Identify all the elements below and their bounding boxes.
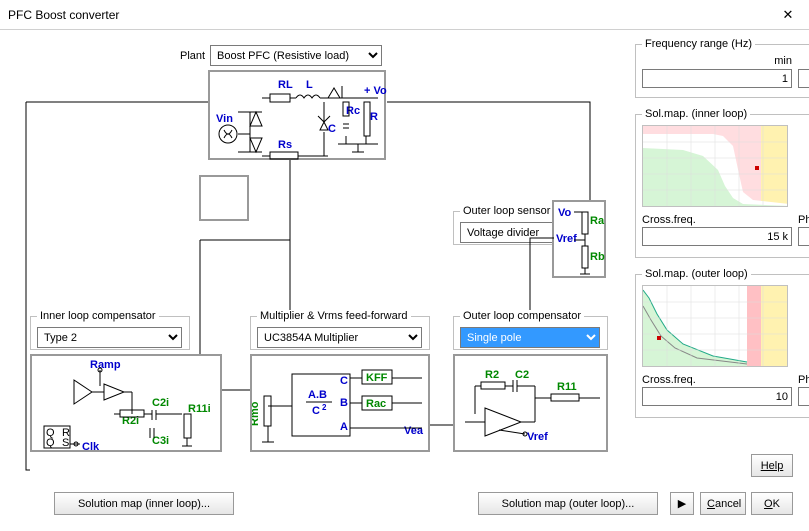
sol-outer-map[interactable]: [642, 285, 788, 367]
svg-text:Vo: Vo: [558, 207, 572, 219]
svg-text:Rac: Rac: [366, 398, 386, 410]
next-button[interactable]: ▶: [670, 492, 694, 515]
freq-range-group: Frequency range (Hz) min max: [635, 38, 809, 98]
svg-text:S: S: [62, 437, 69, 449]
svg-text:Clk: Clk: [82, 441, 100, 453]
svg-text:RL: RL: [278, 79, 293, 91]
svg-text:Vin: Vin: [216, 113, 233, 125]
sol-inner-phase-input[interactable]: [798, 227, 809, 246]
inner-comp-select[interactable]: Type 2: [37, 327, 182, 348]
svg-text:C3i: C3i: [152, 435, 169, 447]
svg-text:Q: Q: [46, 437, 55, 449]
svg-text:Rb: Rb: [590, 251, 605, 263]
plant-select[interactable]: Boost PFC (Resistive load): [210, 45, 382, 66]
svg-text:C: C: [328, 123, 336, 135]
svg-text:2: 2: [322, 403, 327, 412]
svg-text:R2: R2: [485, 369, 499, 381]
svg-text:Vref: Vref: [527, 431, 548, 443]
outer-comp-label: Outer loop compensator: [460, 310, 584, 322]
close-icon[interactable]: ✕: [767, 0, 809, 30]
sol-outer-cross-input[interactable]: [642, 387, 792, 406]
svg-text:B: B: [340, 397, 348, 409]
sol-outer-phase-input[interactable]: [798, 387, 809, 406]
sol-outer-label: Sol.map. (outer loop): [642, 268, 751, 280]
phase-marg-label: Phase marg.: [798, 374, 809, 386]
sol-inner-label: Sol.map. (inner loop): [642, 108, 750, 120]
sol-inner-map[interactable]: [642, 125, 788, 207]
ok-button[interactable]: OK: [751, 492, 793, 515]
sol-inner-group: Sol.map. (inner loop) Cross.freq. Phase …: [635, 108, 809, 258]
inner-comp-group: Inner loop compensator Type 2: [30, 310, 190, 350]
outer-comp-select[interactable]: Single pole: [460, 327, 600, 348]
svg-text:A: A: [340, 421, 348, 433]
min-label: min: [642, 55, 792, 67]
svg-text:C2: C2: [515, 369, 529, 381]
svg-text:L: L: [306, 79, 313, 91]
svg-text:+ Vo: + Vo: [364, 85, 387, 97]
sol-outer-group: Sol.map. (outer loop) Cross.freq. Phase …: [635, 268, 809, 418]
sol-inner-cross-input[interactable]: [642, 227, 792, 246]
max-label: max: [798, 55, 809, 67]
plant-schematic[interactable]: Vin RL L + Vo Rc C R Rs: [208, 70, 386, 160]
svg-text:Rs: Rs: [278, 139, 292, 151]
svg-text:Vref: Vref: [556, 233, 577, 245]
outer-sensor-label: Outer loop sensor: [460, 205, 553, 217]
svg-text:A.B: A.B: [308, 389, 327, 401]
help-button[interactable]: Help: [751, 454, 793, 477]
mult-group: Multiplier & Vrms feed-forward UC3854A M…: [250, 310, 430, 350]
inner-comp-label: Inner loop compensator: [37, 310, 159, 322]
solution-map-outer-button[interactable]: Solution map (outer loop)...: [478, 492, 658, 515]
inner-comp-schematic[interactable]: Ramp R2i C2i C3i R11i Clk Q R Q S: [30, 354, 222, 452]
outer-comp-schematic[interactable]: R2 C2 R11 Vref: [453, 354, 608, 452]
svg-text:C2i: C2i: [152, 397, 169, 409]
svg-text:Rmo: Rmo: [252, 401, 261, 426]
svg-text:R: R: [370, 111, 378, 123]
svg-text:R11i: R11i: [188, 403, 211, 415]
mult-label: Multiplier & Vrms feed-forward: [257, 310, 411, 322]
mult-schematic[interactable]: Rmo C B A A.B C 2 KFF Rac Vea: [250, 354, 430, 452]
mult-select[interactable]: UC3854A Multiplier: [257, 327, 422, 348]
outer-sensor-schematic[interactable]: Vo Vref Ra Rb: [552, 200, 606, 278]
plant-label: Plant: [180, 50, 205, 62]
svg-text:C: C: [340, 375, 348, 387]
svg-text:C: C: [312, 405, 320, 417]
outer-comp-group: Outer loop compensator Single pole: [453, 310, 608, 350]
svg-text:R11: R11: [557, 381, 577, 393]
phase-marg-label: Phase marg.: [798, 214, 809, 226]
freq-max-input[interactable]: [798, 69, 809, 88]
svg-text:KFF: KFF: [366, 372, 388, 384]
svg-text:Rc: Rc: [346, 105, 360, 117]
svg-text:Ra: Ra: [590, 215, 605, 227]
freq-range-label: Frequency range (Hz): [642, 38, 755, 50]
cancel-button[interactable]: Cancel: [700, 492, 746, 515]
freq-min-input[interactable]: [642, 69, 792, 88]
cross-freq-label: Cross.freq.: [642, 214, 792, 226]
solution-map-inner-button[interactable]: Solution map (inner loop)...: [54, 492, 234, 515]
cross-freq-label: Cross.freq.: [642, 374, 792, 386]
svg-text:Ramp: Ramp: [90, 359, 121, 371]
window-title: PFC Boost converter: [8, 8, 767, 22]
svg-text:Vea: Vea: [404, 425, 424, 437]
